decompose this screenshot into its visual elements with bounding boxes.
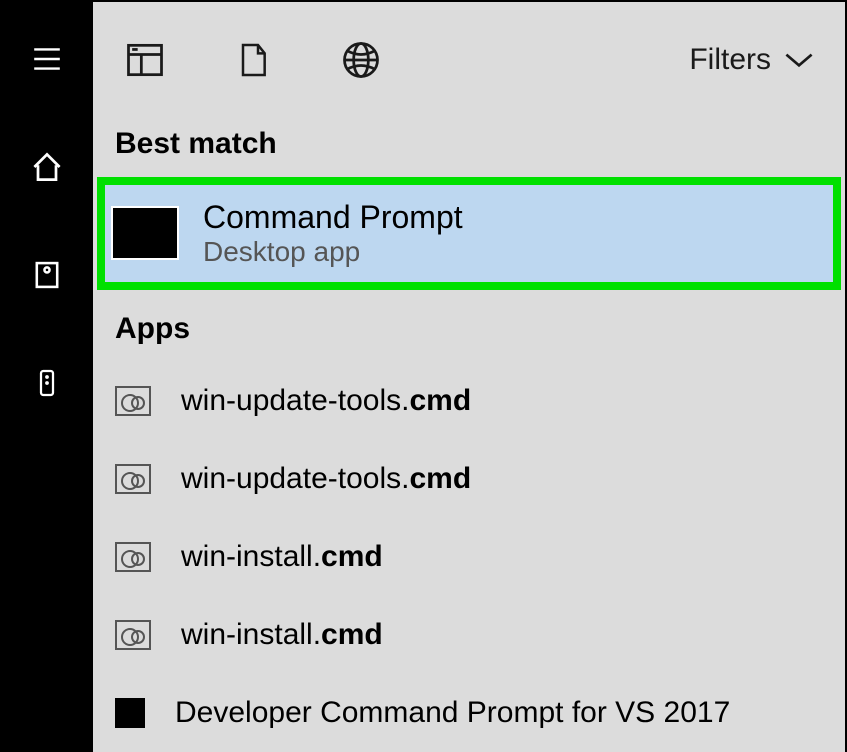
apps-header: Apps <box>93 290 845 362</box>
app-result-label: Developer Command Prompt for VS 2017 <box>175 696 730 730</box>
search-scope-tabs <box>121 36 385 84</box>
best-match-title: Command Prompt <box>203 199 463 236</box>
command-prompt-icon <box>111 206 179 260</box>
apps-scope-icon[interactable] <box>121 36 169 84</box>
home-icon[interactable] <box>26 146 68 188</box>
command-prompt-icon <box>115 698 145 728</box>
documents-scope-icon[interactable] <box>229 36 277 84</box>
app-result-label: win-update-tools.cmd <box>181 462 471 496</box>
best-match-result[interactable]: Command Prompt Desktop app <box>97 177 841 290</box>
app-result[interactable]: Developer Command Prompt for VS 2017 <box>93 674 845 752</box>
start-rail <box>0 0 93 752</box>
app-result[interactable]: win-update-tools.cmd <box>93 362 845 440</box>
app-result[interactable]: win-update-tools.cmd <box>93 440 845 518</box>
best-match-header: Best match <box>93 117 845 177</box>
recent-icon[interactable] <box>26 254 68 296</box>
search-topbar: Filters <box>93 2 845 117</box>
cmd-file-icon <box>115 386 151 416</box>
filters-button[interactable]: Filters <box>689 43 817 77</box>
app-result-label: win-install.cmd <box>181 540 383 574</box>
filters-label: Filters <box>689 43 771 77</box>
cmd-file-icon <box>115 464 151 494</box>
best-match-text: Command Prompt Desktop app <box>203 199 463 268</box>
app-result[interactable]: win-install.cmd <box>93 596 845 674</box>
search-panel: Filters Best match Command Prompt Deskto… <box>93 0 847 752</box>
remote-icon[interactable] <box>26 362 68 404</box>
apps-list: win-update-tools.cmd win-update-tools.cmd… <box>93 362 845 752</box>
app-result-label: win-update-tools.cmd <box>181 384 471 418</box>
chevron-down-icon <box>781 49 817 71</box>
web-scope-icon[interactable] <box>337 36 385 84</box>
cmd-file-icon <box>115 620 151 650</box>
app-result[interactable]: win-install.cmd <box>93 518 845 596</box>
app-result-label: win-install.cmd <box>181 618 383 652</box>
best-match-subtitle: Desktop app <box>203 236 463 268</box>
cmd-file-icon <box>115 542 151 572</box>
hamburger-icon[interactable] <box>26 38 68 80</box>
